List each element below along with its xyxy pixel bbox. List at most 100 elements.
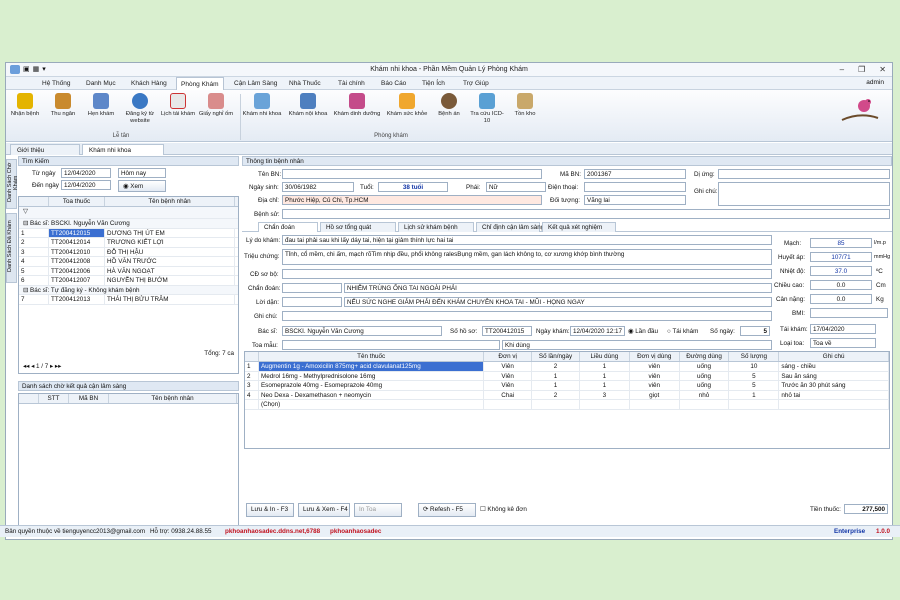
menu-tai-chinh[interactable]: Tài chính xyxy=(338,80,365,87)
tab-ket-qua-xet-nghiem[interactable]: Kết quả xét nghiệm xyxy=(542,222,616,232)
tab-danh-sach-cho-kham[interactable]: Danh Sách Chờ Khám xyxy=(6,159,19,209)
close-icon[interactable]: ✕ xyxy=(879,65,886,74)
days-stepper[interactable]: 5 xyxy=(740,326,770,336)
table-row[interactable]: 4 Neo Dexa - Dexamethason + neomycin Chai 2… xyxy=(245,390,889,400)
table-row[interactable]: 2 Medrol 16mg - Methylprednisolone 16mg Vi… xyxy=(245,371,889,381)
table-cell: 2 xyxy=(245,371,259,380)
tab-kham-nhi-khoa[interactable]: Khám nhi khoa xyxy=(82,144,164,155)
exam-note-field[interactable] xyxy=(282,311,772,321)
ribbon-giay-nghi-om[interactable]: Giấy nghỉ ốm xyxy=(196,93,236,118)
allergy-field[interactable] xyxy=(718,169,890,179)
preliminary-dx-field[interactable] xyxy=(282,269,772,279)
dob-field[interactable]: 30/06/1982 xyxy=(282,182,354,192)
sick-leave-icon xyxy=(208,93,224,109)
no-rx-checkbox[interactable]: ☐ Không kê đơn xyxy=(480,506,527,513)
menu-tien-ich[interactable]: Tiện Ích xyxy=(422,80,445,87)
date-preset-select[interactable]: Hôm nay xyxy=(118,168,166,178)
pulse-field[interactable]: 85 xyxy=(810,238,872,248)
table-row[interactable]: (Chọn) xyxy=(245,400,889,410)
doctor-group-row[interactable]: ⊟ Bác sĩ: Tự đăng ký - Không khám bệnh xyxy=(19,285,238,295)
view-button[interactable]: ◉ Xem xyxy=(118,180,166,192)
history-field[interactable] xyxy=(282,209,890,219)
tab-chan-doan[interactable]: Chẩn đoán xyxy=(258,222,318,232)
doctor-select[interactable]: BSCKI. Nguyễn Văn Cương xyxy=(282,326,442,336)
table-row[interactable]: 6 TT200412007 NGUYỄN THỊ BƯỚM xyxy=(19,276,238,286)
patient-name-field[interactable] xyxy=(282,169,542,179)
minimize-icon[interactable]: – xyxy=(840,65,844,74)
tab-danh-sach-da-kham[interactable]: Danh Sách Đã Khám xyxy=(6,213,17,283)
tab-gioi-thieu[interactable]: Giới thiệu xyxy=(10,144,80,155)
tab-lich-su-kham[interactable]: Lịch sử khám bệnh xyxy=(398,222,474,232)
save-print-button[interactable]: Lưu & In - F3 xyxy=(246,503,294,517)
dx-code-field[interactable] xyxy=(282,283,342,293)
height-field[interactable]: 0.0 xyxy=(810,280,872,290)
weight-field[interactable]: 0.0 xyxy=(810,294,872,304)
ribbon-thu-ngan[interactable]: Thu ngân xyxy=(46,93,80,118)
table-cell: giọt xyxy=(630,390,680,399)
table-row[interactable]: 2 TT200412014 TRƯƠNG KIẾT LỢI xyxy=(19,238,238,248)
ribbon-kham-dinh-duong[interactable]: Khám dinh dưỡng xyxy=(332,93,382,118)
menu-can-lam-sang[interactable]: Cận Lâm Sàng xyxy=(234,80,277,87)
menu-he-thong[interactable]: Hệ Thống xyxy=(42,80,70,87)
table-row[interactable]: 3 Esomeprazole 40mg - Esomeprazole 40mg Vi… xyxy=(245,381,889,391)
menu-danh-muc[interactable]: Danh Mục xyxy=(86,80,116,87)
temp-field[interactable]: 37.0 xyxy=(810,266,872,276)
phone-field[interactable] xyxy=(584,182,686,192)
advice-code-field[interactable] xyxy=(282,297,342,307)
advice-field[interactable]: NẾU SỨC NGHE GIẢM PHẢI ĐẾN KHÁM CHUYÊN K… xyxy=(344,297,772,307)
table-cell: viên xyxy=(630,362,680,371)
first-visit-radio[interactable]: ◉ Lần đầu xyxy=(628,328,658,335)
symptom-field[interactable]: Tỉnh, cổ mềm, chi ấm, mạch rõTim nhịp đề… xyxy=(282,249,772,265)
menu-bao-cao[interactable]: Báo Cáo xyxy=(381,80,406,87)
table-cell: Medrol 16mg - Methylprednisolone 16mg xyxy=(259,371,485,380)
prescription-grid: Tên thuốc Đơn vị Số lần/ngày Liều dùng Đơn v… xyxy=(244,351,890,449)
table-row[interactable]: 5 TT200412006 HÀ VĂN NGOẠT xyxy=(19,266,238,276)
address-field[interactable]: Phước Hiệp, Củ Chi, Tp.HCM xyxy=(282,195,542,205)
khidung-select[interactable]: Khi dùng xyxy=(502,340,772,350)
ribbon-hen-kham[interactable]: Hẹn khám xyxy=(84,93,118,118)
doctor-group-row[interactable]: ⊟ Bác sĩ: BSCKI. Nguyễn Văn Cương xyxy=(19,219,238,229)
ribbon-kham-noi-khoa[interactable]: Khám nội khoa xyxy=(286,93,330,118)
record-no-field[interactable]: TT200412015 xyxy=(482,326,532,336)
menu-nha-thuoc[interactable]: Nhà Thuốc xyxy=(289,80,321,87)
ribbon-ton-kho[interactable]: Tồn kho xyxy=(508,93,542,118)
from-date-input[interactable]: 12/04/2020 xyxy=(61,168,111,178)
pager[interactable]: ◂◂ ◂ 1 / 7 ▸ ▸▸ xyxy=(23,363,61,370)
table-row[interactable]: 4 TT200412008 HỒ VĂN TRƯỚC xyxy=(19,257,238,267)
menu-phong-kham[interactable]: Phòng Khám xyxy=(176,77,224,90)
revisit-radio[interactable]: ○ Tái khám xyxy=(667,328,698,335)
ribbon-lich-tai-kham[interactable]: Lịch tái khám xyxy=(158,93,198,118)
recheck-date-field[interactable]: 17/04/2020 xyxy=(810,324,876,334)
print-rx-button[interactable]: In Toa xyxy=(354,503,402,517)
table-row[interactable]: 1 TT200412015 DƯƠNG THỊ ÚT EM xyxy=(19,228,238,238)
ribbon-nhan-benh[interactable]: Nhận bệnh xyxy=(8,93,42,118)
to-date-input[interactable]: 12/04/2020 xyxy=(61,180,111,190)
exam-date-field[interactable]: 12/04/2020 12:17 xyxy=(570,326,625,336)
table-row[interactable]: 1 Augmentin 1g - Amoxicilin 875mg+ acid c… xyxy=(245,362,889,372)
sex-select[interactable]: Nữ xyxy=(486,182,546,192)
diagnosis-field[interactable]: NHIỄM TRÙNG ỐNG TAI NGOÀI PHẢI xyxy=(344,283,772,293)
ribbon-dang-ky-website[interactable]: Đăng ký từ website xyxy=(119,93,161,124)
menu-khach-hang[interactable]: Khách Hàng xyxy=(131,80,167,87)
patient-code-field[interactable]: 2001367 xyxy=(584,169,686,179)
subject-field[interactable]: Vãng lai xyxy=(584,195,686,205)
save-view-button[interactable]: Lưu & Xem - F4 xyxy=(298,503,350,517)
ribbon-benh-an[interactable]: Bệnh án xyxy=(432,93,466,118)
tab-ho-so-tong-quat[interactable]: Hồ sơ tổng quát xyxy=(320,222,396,232)
ribbon-kham-suc-khoe[interactable]: Khám sức khỏe xyxy=(384,93,430,118)
bp-field[interactable]: 107/71 xyxy=(810,252,872,262)
menu-tro-giup[interactable]: Trợ Giúp xyxy=(463,80,489,87)
patient-note-field[interactable] xyxy=(718,182,890,206)
rx-type-select[interactable]: Toa về xyxy=(810,338,876,348)
table-cell: 10 xyxy=(729,362,780,371)
maximize-icon[interactable]: ❐ xyxy=(858,65,865,74)
tab-chi-dinh-cls[interactable]: Chỉ định cận lâm sàng xyxy=(476,222,544,232)
doctor-icon xyxy=(254,93,270,109)
reason-field[interactable]: đau tai phải sau khi lấy dáy tai, hiện t… xyxy=(282,235,772,245)
ribbon-tra-cuu-icd[interactable]: Tra cứu ICD-10 xyxy=(470,93,504,124)
refresh-button[interactable]: ⟳ Refesh - F5 xyxy=(418,503,476,517)
template-select[interactable] xyxy=(282,340,500,350)
table-row[interactable]: 7 TT200412013 THÁI THỊ BỬU TRÂM xyxy=(19,295,238,305)
table-row[interactable]: 3 TT200412010 ĐỖ THỊ HẬU xyxy=(19,247,238,257)
ribbon-kham-nhi-khoa[interactable]: Khám nhi khoa xyxy=(240,93,284,118)
